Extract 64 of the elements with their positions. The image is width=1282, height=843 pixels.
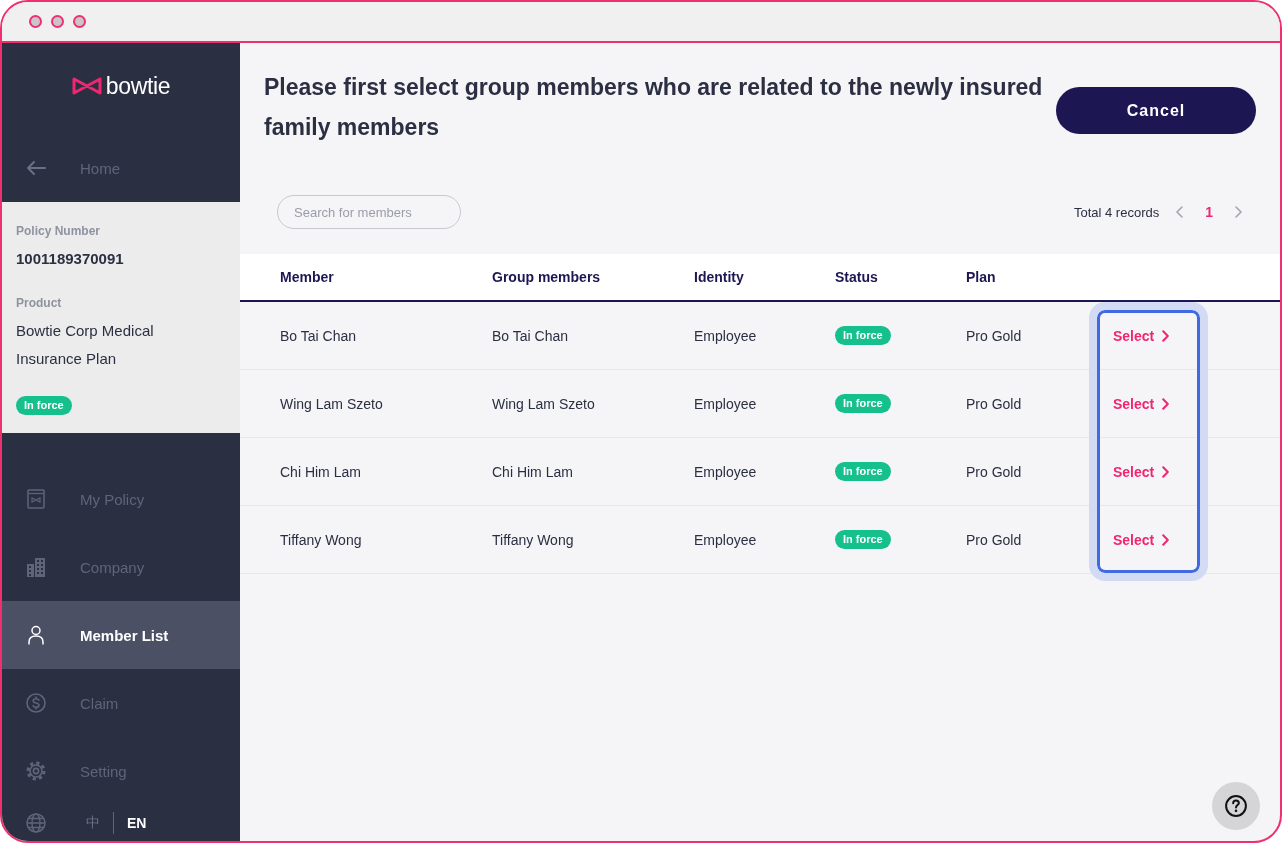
bowtie-logo-icon <box>71 77 102 95</box>
status-badge: In force <box>835 462 891 481</box>
nav-item[interactable]: Member List <box>2 601 240 669</box>
document-icon <box>26 489 46 509</box>
back-arrow-icon <box>26 158 46 178</box>
language-option[interactable]: EN <box>127 815 147 831</box>
chevron-right-icon <box>1235 206 1242 218</box>
table-cell: Employee <box>694 463 757 480</box>
chevron-right-icon <box>1162 329 1170 342</box>
window-dot-icon <box>73 15 86 28</box>
table-cell: Bo Tai Chan <box>280 327 356 344</box>
table-cell: Employee <box>694 395 757 412</box>
chevron-right-icon <box>1162 533 1170 546</box>
status-badge: In force <box>16 396 72 415</box>
chevron-right-icon <box>1162 465 1170 478</box>
status-badge: In force <box>835 326 891 345</box>
table-cell: Pro Gold <box>966 327 1022 344</box>
logo-text: bowtie <box>105 72 171 100</box>
buildings-icon <box>26 557 46 577</box>
page-button[interactable]: 1 <box>1205 204 1213 220</box>
table-cell: Chi Him Lam <box>280 463 361 480</box>
table-cell: Tiffany Wong <box>492 531 574 548</box>
table-cell: Bo Tai Chan <box>492 327 568 344</box>
record-count: Total 4 records <box>1073 204 1160 220</box>
page-title: Please first select group members who are related to the newly insured family members <box>264 73 1044 142</box>
search-field[interactable]: Search for members <box>277 195 461 229</box>
help-icon <box>1225 795 1247 817</box>
table-cell: Wing Lam Szeto <box>280 395 383 412</box>
table-cell: Chi Him Lam <box>492 463 573 480</box>
window-dot-icon <box>29 15 42 28</box>
help-button[interactable] <box>1212 782 1260 830</box>
cancel-button[interactable]: Cancel <box>1056 87 1256 134</box>
select-link[interactable]: Select <box>1113 395 1170 412</box>
column-header: Member <box>280 269 334 285</box>
column-header: Group members <box>492 269 601 285</box>
select-link[interactable]: Select <box>1113 463 1170 480</box>
policy-number: 1001189370091 <box>16 249 124 269</box>
status-badge: In force <box>835 530 891 549</box>
select-link[interactable]: Select <box>1113 327 1170 344</box>
column-header: Identity <box>694 269 744 285</box>
table-cell: Pro Gold <box>966 463 1022 480</box>
table-cell: Pro Gold <box>966 395 1022 412</box>
field-label: Product <box>16 295 62 311</box>
person-icon <box>26 625 46 645</box>
status-badge: In force <box>835 394 891 413</box>
globe-icon <box>26 813 46 833</box>
next-page-button[interactable] <box>1235 206 1242 218</box>
table-cell: Tiffany Wong <box>280 531 362 548</box>
previous-page-button[interactable] <box>1176 206 1184 218</box>
chevron-right-icon <box>1162 397 1170 410</box>
dollar-coin-icon <box>26 693 46 713</box>
column-header: Plan <box>966 269 996 285</box>
field-label: Policy Number <box>16 223 101 239</box>
language-option[interactable]: 中 <box>86 814 100 832</box>
table-cell: Wing Lam Szeto <box>492 395 595 412</box>
chevron-left-icon <box>1176 206 1184 218</box>
table-cell: Pro Gold <box>966 531 1022 548</box>
settings-icon <box>26 761 46 781</box>
table-cell: Employee <box>694 327 757 344</box>
column-header: Status <box>835 269 878 285</box>
window-dot-icon <box>51 15 64 28</box>
product-name: Bowtie Corp Medical Insurance Plan <box>16 321 155 369</box>
table-cell: Employee <box>694 531 757 548</box>
select-link[interactable]: Select <box>1113 531 1170 548</box>
